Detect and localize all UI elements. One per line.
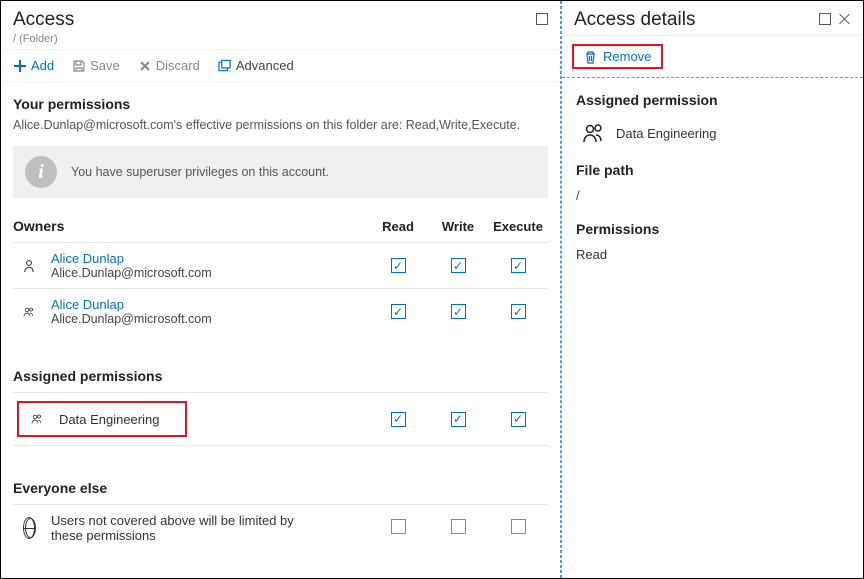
col-execute: Execute xyxy=(488,218,548,243)
everyone-table: Users not covered above will be limited … xyxy=(13,504,548,551)
access-pane: Access / (Folder) Add Save xyxy=(1,1,561,578)
your-permissions-desc: Alice.Dunlap@microsoft.com's effective p… xyxy=(13,118,548,132)
write-checkbox[interactable]: ✓ xyxy=(451,412,466,427)
discard-label: Discard xyxy=(156,58,200,73)
read-checkbox[interactable] xyxy=(391,519,406,534)
assigned-name: Data Engineering xyxy=(616,126,716,141)
write-checkbox[interactable] xyxy=(451,519,466,534)
close-icon[interactable] xyxy=(839,13,851,25)
execute-checkbox[interactable]: ✓ xyxy=(511,258,526,273)
content-area: Your permissions Alice.Dunlap@microsoft.… xyxy=(1,82,560,563)
read-checkbox[interactable]: ✓ xyxy=(391,258,406,273)
access-header: Access / (Folder) xyxy=(1,1,560,49)
assigned-entry-highlight: Data Engineering xyxy=(17,401,187,437)
read-checkbox[interactable]: ✓ xyxy=(391,304,406,319)
remove-button[interactable]: Remove xyxy=(572,44,663,69)
read-checkbox[interactable]: ✓ xyxy=(391,412,406,427)
save-button[interactable]: Save xyxy=(72,58,120,73)
info-icon: i xyxy=(25,156,57,188)
details-content: Assigned permission Data Engineering Fil… xyxy=(562,78,863,276)
execute-checkbox[interactable]: ✓ xyxy=(511,412,526,427)
maximize-icon[interactable] xyxy=(819,13,831,25)
owner-name: Alice Dunlap xyxy=(51,297,212,312)
execute-checkbox[interactable]: ✓ xyxy=(511,304,526,319)
owners-title: Owners xyxy=(13,218,368,243)
save-label: Save xyxy=(90,58,120,73)
trash-icon xyxy=(584,50,597,64)
remove-label: Remove xyxy=(603,49,651,64)
add-button[interactable]: Add xyxy=(13,58,54,73)
person-icon xyxy=(17,254,41,278)
discard-icon xyxy=(138,59,152,73)
details-title: Access details xyxy=(574,9,695,31)
save-icon xyxy=(72,59,86,73)
add-label: Add xyxy=(31,58,54,73)
plus-icon xyxy=(13,59,27,73)
filepath-value: / xyxy=(576,188,849,203)
advanced-button[interactable]: Advanced xyxy=(218,58,294,73)
permissions-title: Permissions xyxy=(576,221,849,237)
write-checkbox[interactable]: ✓ xyxy=(451,304,466,319)
group-icon xyxy=(17,300,41,324)
assigned-title: Assigned permissions xyxy=(13,368,548,384)
group-icon xyxy=(25,407,49,431)
info-text: You have superuser privileges on this ac… xyxy=(71,165,329,179)
filepath-title: File path xyxy=(576,162,849,178)
advanced-icon xyxy=(218,59,232,73)
group-icon xyxy=(582,122,606,144)
assigned-table: Data Engineering ✓ ✓ ✓ xyxy=(13,392,548,454)
everyone-title: Everyone else xyxy=(13,480,548,496)
owner-name: Alice Dunlap xyxy=(51,251,212,266)
details-pane: Access details Remove Assigned permissio… xyxy=(561,1,863,578)
col-write: Write xyxy=(428,218,488,243)
toolbar: Add Save Discard Advanced xyxy=(1,49,560,82)
permissions-value: Read xyxy=(576,247,849,262)
discard-button[interactable]: Discard xyxy=(138,58,200,73)
owner-email: Alice.Dunlap@microsoft.com xyxy=(51,312,212,326)
maximize-icon[interactable] xyxy=(536,13,548,25)
table-row[interactable]: Alice Dunlap Alice.Dunlap@microsoft.com … xyxy=(13,243,548,289)
advanced-label: Advanced xyxy=(236,58,294,73)
execute-checkbox[interactable] xyxy=(511,519,526,534)
everyone-text: Users not covered above will be limited … xyxy=(51,513,321,543)
pane-title: Access xyxy=(13,9,74,31)
info-banner: i You have superuser privileges on this … xyxy=(13,146,548,198)
assigned-perm-title: Assigned permission xyxy=(576,92,849,108)
write-checkbox[interactable]: ✓ xyxy=(451,258,466,273)
owner-email: Alice.Dunlap@microsoft.com xyxy=(51,266,212,280)
owners-table: Owners Read Write Execute Alice Dunlap xyxy=(13,218,548,342)
globe-icon xyxy=(17,516,41,540)
details-header: Access details xyxy=(562,1,863,35)
your-permissions-title: Your permissions xyxy=(13,96,548,112)
table-row: Users not covered above will be limited … xyxy=(13,504,548,551)
assigned-name: Data Engineering xyxy=(59,412,159,427)
table-row[interactable]: Data Engineering ✓ ✓ ✓ xyxy=(13,393,548,446)
table-row[interactable]: Alice Dunlap Alice.Dunlap@microsoft.com … xyxy=(13,289,548,335)
col-read: Read xyxy=(368,218,428,243)
breadcrumb: / (Folder) xyxy=(13,33,74,45)
